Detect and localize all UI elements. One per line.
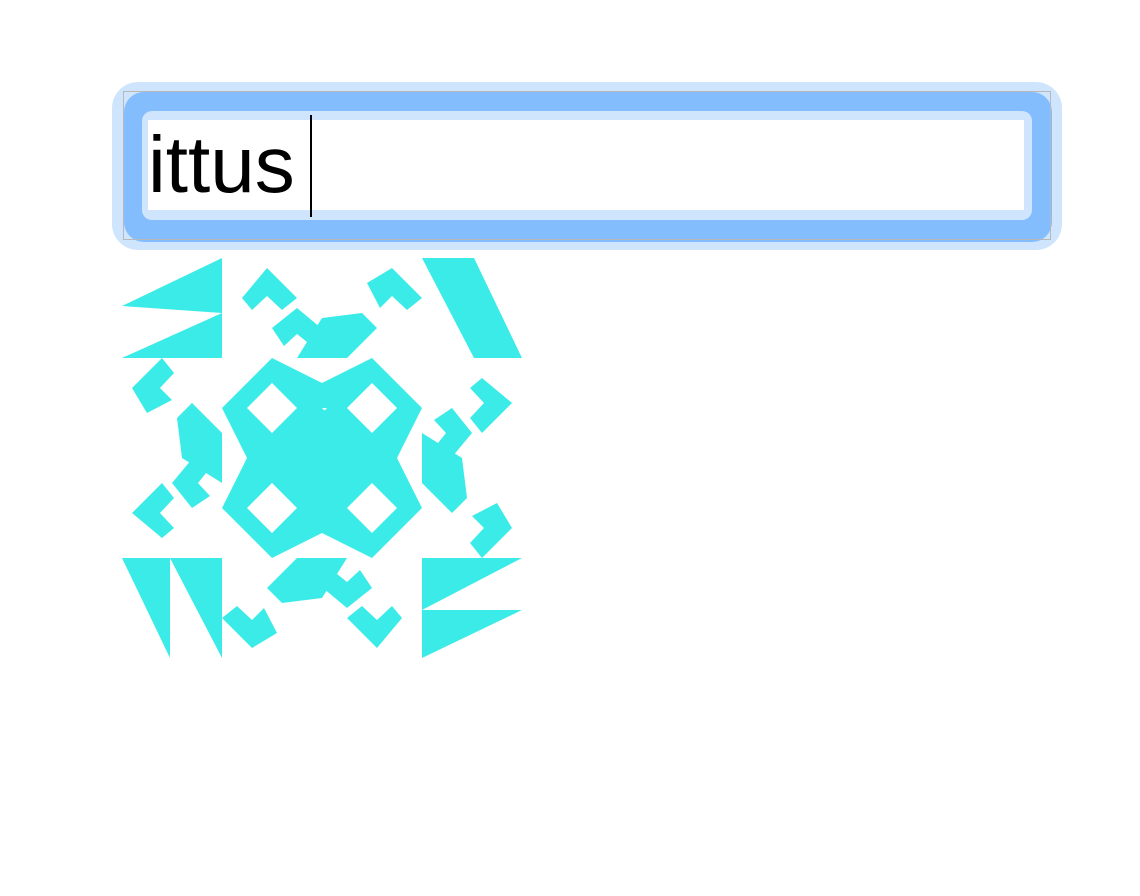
text-input[interactable] [148,120,1024,210]
identicon-icon [122,258,522,658]
text-caret [310,115,312,217]
